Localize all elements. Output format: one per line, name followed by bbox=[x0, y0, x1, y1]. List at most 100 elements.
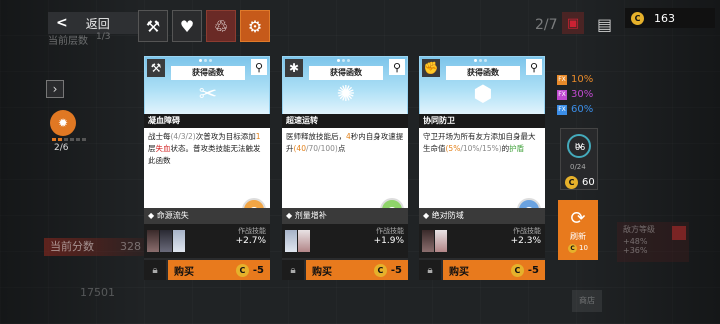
heart-tool-icon[interactable]: ♥ bbox=[172, 10, 202, 42]
fx-tag-icon: FX bbox=[557, 89, 567, 100]
pick-tool-icon[interactable]: ⚒ bbox=[138, 10, 168, 42]
refresh-cost-value: 10 bbox=[579, 244, 588, 252]
stage-badge-icon: ✹ bbox=[50, 110, 76, 136]
gear-bundle-icon[interactable]: ⚙ bbox=[240, 10, 270, 42]
buy-button[interactable]: 购买 C -5 bbox=[443, 260, 545, 280]
currency-display: C 163 bbox=[625, 8, 715, 28]
enemy-bonus-b: +36% bbox=[623, 246, 648, 255]
desc-segment: (40 bbox=[293, 144, 306, 153]
bonus-label: 作战技能 bbox=[376, 227, 404, 235]
coin-icon: C bbox=[373, 263, 387, 277]
page-indicator: 2/7 bbox=[535, 17, 558, 33]
card-header: ⚒ 获得函数 ⚲ ✂ bbox=[144, 56, 270, 118]
operator-avatar bbox=[285, 230, 297, 252]
card-page-dots bbox=[474, 59, 487, 62]
level-xp: 0/24 bbox=[570, 163, 586, 171]
bonus-label: 作战技能 bbox=[513, 227, 541, 235]
fx-value: 60% bbox=[571, 104, 594, 115]
desc-segment: 点 bbox=[337, 144, 346, 153]
fx-rate-row: FX 10% bbox=[557, 74, 593, 85]
desc-segment: 1 bbox=[255, 132, 261, 141]
card-name: 超速运转 bbox=[282, 114, 408, 128]
score-secondary: 17501 bbox=[80, 286, 115, 299]
hammer-icon: ⚒ bbox=[147, 59, 165, 77]
card-tag: 获得函数 bbox=[171, 66, 245, 80]
desc-segment: 层 bbox=[148, 144, 156, 153]
search-icon[interactable]: ⚲ bbox=[389, 59, 405, 75]
card-source-label: 命源流失 bbox=[156, 211, 189, 220]
card-source: ◆ 绝对防域 bbox=[419, 208, 545, 224]
search-icon[interactable]: ⚲ bbox=[251, 59, 267, 75]
coin-icon: C bbox=[568, 243, 578, 253]
card-source-label: 绝对防域 bbox=[431, 211, 464, 220]
function-card[interactable]: ✊ 获得函数 ⚲ ⬢ 协同防卫 守卫开场为所有友方添加自身最大生命值(5%/10… bbox=[419, 56, 545, 280]
function-card[interactable]: ✱ 获得函数 ⚲ ✺ 超速运转 医师释放技能后，4秒内自身攻速提升(40/70/… bbox=[282, 56, 408, 280]
search-icon[interactable]: ⚲ bbox=[526, 59, 542, 75]
coin-icon: C bbox=[510, 263, 524, 277]
card-source-label: 剂量增补 bbox=[294, 211, 327, 220]
enemy-marker bbox=[672, 226, 686, 240]
card-header: ✱ 获得函数 ⚲ ✺ bbox=[282, 56, 408, 118]
buy-button[interactable]: 购买 C -5 bbox=[168, 260, 270, 280]
card-tag: 获得函数 bbox=[446, 66, 520, 80]
level-coins-value: 60 bbox=[582, 177, 595, 188]
bonus-label: 作战技能 bbox=[238, 227, 266, 235]
coin-icon: C bbox=[565, 176, 578, 189]
desc-segment: 失血 bbox=[155, 144, 171, 153]
card-page-dots bbox=[337, 59, 350, 62]
catalog-icon[interactable]: ▤ bbox=[597, 15, 612, 34]
expand-left-button[interactable]: › bbox=[46, 80, 64, 98]
desc-segment: 次普攻为目标添加 bbox=[195, 132, 256, 141]
currency-value: 163 bbox=[654, 11, 675, 25]
layer-count: 1/3 bbox=[96, 32, 111, 42]
function-card[interactable]: ⚒ 获得函数 ⚲ ✂ 凝血障碍 战士每(4/3/2)次普攻为目标添加1层失血状态… bbox=[144, 56, 270, 280]
lock-icon[interactable]: 🔒︎ bbox=[144, 260, 166, 280]
level-panel: LV 06 0/24 C 60 bbox=[560, 128, 598, 190]
stage-counter: 2/6 bbox=[54, 143, 69, 153]
asterisk-icon: ✱ bbox=[285, 59, 303, 77]
fist-icon: ✊ bbox=[422, 59, 440, 77]
stage-progress bbox=[52, 138, 86, 141]
operator-row: 作战技能 +2.3% bbox=[419, 224, 545, 258]
fx-rate-row: FX 30% bbox=[557, 89, 593, 100]
recycle-item-icon[interactable]: ♲ bbox=[206, 10, 236, 42]
operator-avatar bbox=[298, 230, 310, 252]
refresh-button[interactable]: ⟳ 刷新 C 10 bbox=[558, 200, 598, 260]
operator-avatar bbox=[435, 230, 447, 252]
card-name: 协同防卫 bbox=[419, 114, 545, 128]
chevron-left-icon: < bbox=[56, 15, 68, 31]
operator-avatar bbox=[147, 230, 159, 252]
shop-button[interactable]: 商店 bbox=[572, 290, 602, 312]
cart-icon[interactable]: ▣ bbox=[562, 12, 584, 34]
card-header: ✊ 获得函数 ⚲ ⬢ bbox=[419, 56, 545, 118]
level-coins: C 60 bbox=[565, 176, 595, 189]
gear-spark-icon: ✺ bbox=[336, 81, 356, 107]
desc-segment: (4/3/2) bbox=[170, 132, 196, 141]
fx-rate-row: FX 60% bbox=[557, 104, 593, 115]
desc-segment: 战士每 bbox=[148, 132, 171, 141]
fx-tag-icon: FX bbox=[557, 104, 567, 115]
operator-row: 作战技能 +2.7% bbox=[144, 224, 270, 258]
bonus-value: +1.9% bbox=[373, 236, 404, 246]
back-button[interactable]: < 返回 bbox=[48, 12, 144, 34]
lock-icon[interactable]: 🔒︎ bbox=[282, 260, 304, 280]
layer-label: 当前层数 bbox=[48, 36, 88, 47]
operator-avatar bbox=[160, 230, 172, 252]
buy-label: 购买 bbox=[449, 266, 469, 278]
coin-icon: C bbox=[235, 263, 249, 277]
price: C -5 bbox=[510, 263, 539, 277]
buy-button[interactable]: 购买 C -5 bbox=[306, 260, 408, 280]
buy-label: 购买 bbox=[174, 266, 194, 278]
price-value: -5 bbox=[527, 264, 539, 276]
card-page-dots bbox=[199, 59, 212, 62]
fx-tag-icon: FX bbox=[557, 74, 567, 85]
refresh-cost: C 10 bbox=[568, 243, 588, 253]
fx-value: 10% bbox=[571, 74, 594, 85]
bonus-value: +2.7% bbox=[235, 236, 266, 246]
score-value: 328 bbox=[120, 240, 141, 253]
desc-segment: (5% bbox=[445, 144, 461, 153]
card-tag: 获得函数 bbox=[309, 66, 383, 80]
card-source: ◆ 剂量增补 bbox=[282, 208, 408, 224]
desc-segment: 护盾 bbox=[509, 144, 525, 153]
lock-icon[interactable]: 🔒︎ bbox=[419, 260, 441, 280]
